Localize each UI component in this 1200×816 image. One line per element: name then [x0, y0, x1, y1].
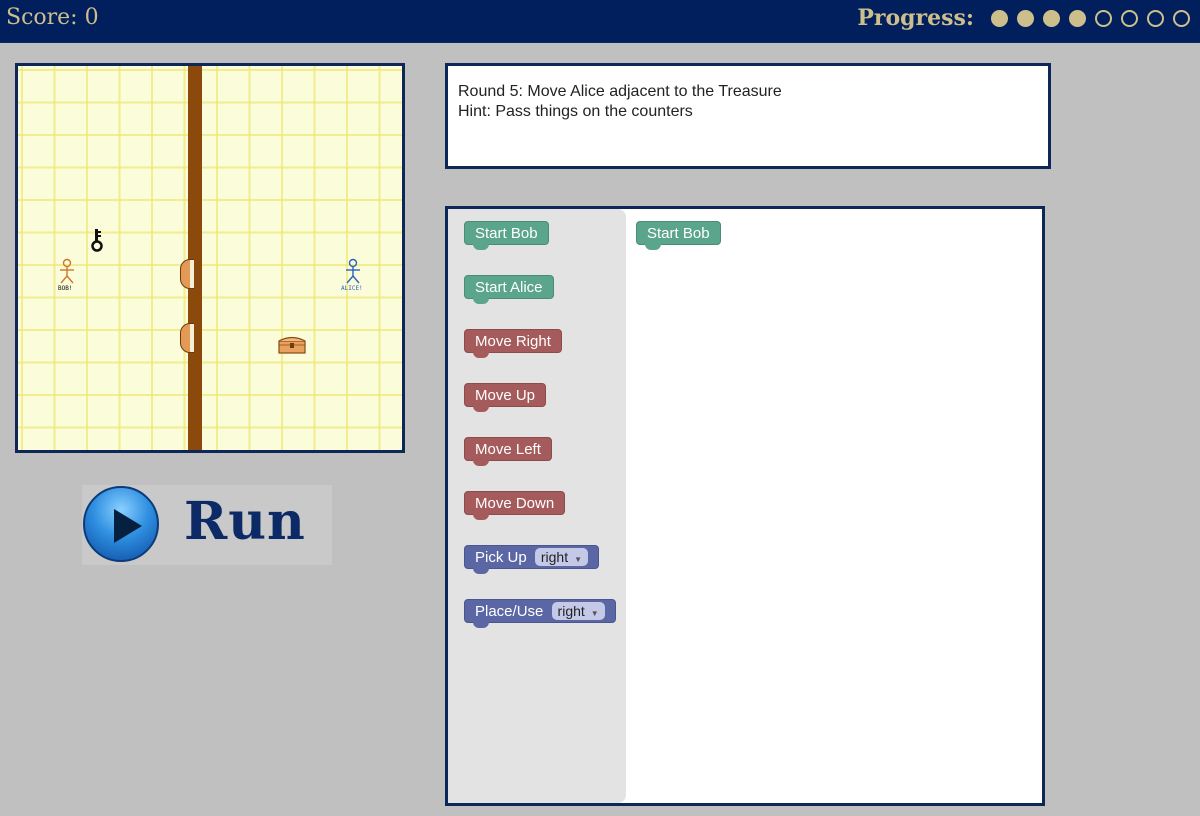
toolbox-block-move-down[interactable]: Move Down — [464, 491, 566, 520]
treasure-chest-icon — [278, 336, 306, 354]
direction-dropdown[interactable]: right ▼ — [551, 602, 605, 621]
progress-indicator: Progress: — [857, 5, 1190, 31]
bob-label: BOB! — [58, 285, 73, 292]
progress-dot — [1017, 9, 1034, 27]
progress-dot — [1147, 9, 1164, 27]
dropdown-caret-icon: ▼ — [574, 555, 583, 565]
progress-dot — [1121, 9, 1138, 27]
progress-label: Progress: — [857, 5, 974, 31]
key-icon — [91, 229, 103, 252]
counter-lower — [180, 322, 206, 354]
progress-dot — [1043, 9, 1060, 27]
toolbox-block-move-right[interactable]: Move Right — [464, 329, 562, 358]
run-label: Run — [184, 491, 306, 552]
progress-dot — [1095, 9, 1112, 27]
direction-dropdown[interactable]: right ▼ — [534, 548, 589, 567]
progress-dot — [991, 9, 1008, 27]
dropdown-caret-icon: ▼ — [590, 609, 599, 619]
toolbox-block-start-bob[interactable]: Start Bob — [464, 221, 549, 250]
toolbox-block-start-alice[interactable]: Start Alice — [464, 275, 554, 304]
game-board: BOB! ALICE! — [15, 63, 405, 453]
counter-upper — [180, 258, 206, 290]
toolbox-block-pick-up[interactable]: Pick Up right ▼ — [464, 545, 600, 574]
hint-text: Hint: Pass things on the counters — [458, 103, 693, 120]
instructions-panel: Round 5: Move Alice adjacent to the Trea… — [445, 63, 1051, 169]
toolbox-block-move-left[interactable]: Move Left — [464, 437, 552, 466]
top-bar: Score: 0 Progress: — [0, 0, 1200, 43]
alice-label: ALICE! — [341, 285, 363, 292]
toolbox-block-move-up[interactable]: Move Up — [464, 383, 547, 412]
round-text: Round 5: Move Alice adjacent to the Trea… — [458, 83, 782, 100]
score-display: Score: 0 — [6, 5, 99, 30]
workspace-block-start-bob[interactable]: Start Bob — [636, 221, 721, 250]
toolbox-block-place-use[interactable]: Place/Use right ▼ — [464, 599, 616, 628]
play-icon — [83, 486, 159, 562]
progress-dot — [1173, 9, 1190, 27]
progress-dot — [1069, 9, 1086, 27]
run-button[interactable]: Run — [82, 485, 332, 565]
block-toolbox: Start Bob Start Alice Move Right Move Up… — [448, 209, 626, 803]
block-workspace[interactable]: Start Bob Start Alice Move Right Move Up… — [445, 206, 1045, 806]
